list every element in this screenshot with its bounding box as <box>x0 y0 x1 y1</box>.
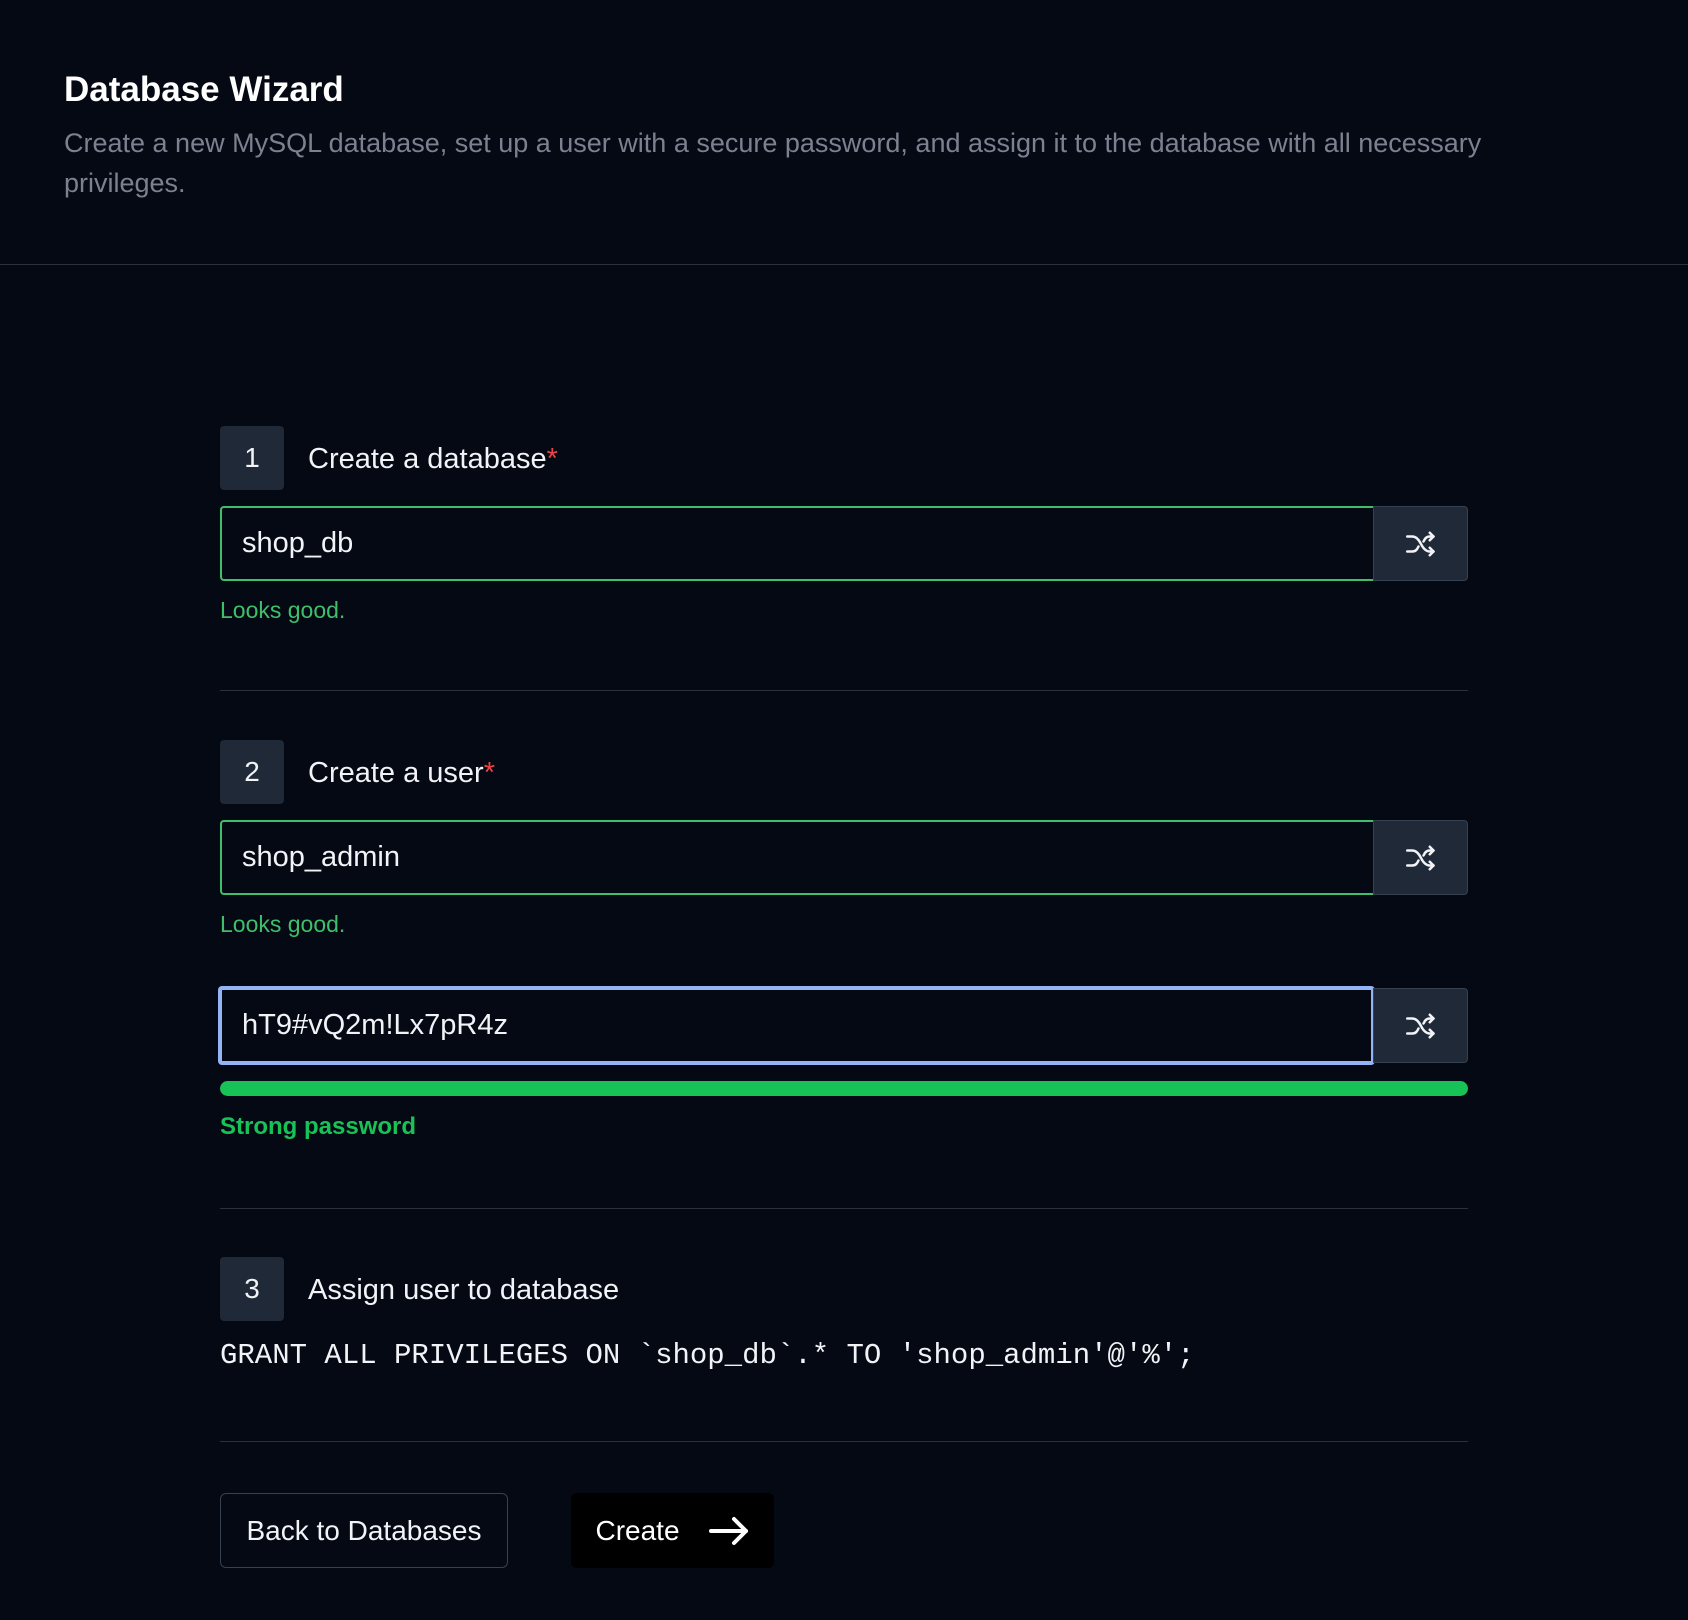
required-marker: * <box>483 757 495 789</box>
sql-grant-statement: GRANT ALL PRIVILEGES ON `shop_db`.* TO '… <box>220 1339 1195 1372</box>
shuffle-icon <box>1405 1013 1435 1038</box>
database-name-group <box>220 506 1468 581</box>
step-title-create-database: Create a database* <box>308 443 558 476</box>
step-title-label: Create a user <box>308 757 484 789</box>
generate-database-name-button[interactable] <box>1373 506 1468 581</box>
shuffle-icon <box>1405 845 1435 870</box>
step-title-create-user: Create a user* <box>308 757 495 790</box>
username-group <box>220 820 1468 895</box>
divider <box>220 690 1468 691</box>
page-subtitle: Create a new MySQL database, set up a us… <box>64 128 1482 198</box>
page-header: Database Wizard Create a new MySQL datab… <box>0 0 1688 265</box>
database-name-feedback: Looks good. <box>220 597 346 623</box>
shuffle-icon <box>1405 531 1435 556</box>
step-number-badge: 3 <box>220 1257 284 1321</box>
divider <box>220 1441 1468 1442</box>
password-strength-label: Strong password <box>220 1113 417 1140</box>
generate-username-button[interactable] <box>1373 820 1468 895</box>
username-input[interactable] <box>220 820 1373 895</box>
step-title-assign-user: Assign user to database <box>308 1274 619 1307</box>
step-title-label: Assign user to database <box>308 1274 620 1306</box>
step-title-label: Create a database <box>308 443 547 475</box>
password-strength-fill <box>220 1081 1468 1096</box>
step-number-badge: 2 <box>220 740 284 804</box>
back-to-databases-button[interactable]: Back to Databases <box>220 1493 508 1568</box>
generate-password-button[interactable] <box>1373 988 1468 1063</box>
database-name-input[interactable] <box>220 506 1373 581</box>
password-strength-meter <box>220 1081 1468 1096</box>
username-feedback: Looks good. <box>220 911 346 937</box>
divider <box>220 1208 1468 1209</box>
password-group <box>218 986 1468 1065</box>
page-title: Database Wizard <box>64 70 344 109</box>
create-button[interactable]: Create <box>571 1493 774 1568</box>
step-number-badge: 1 <box>220 426 284 490</box>
password-input[interactable] <box>218 986 1375 1065</box>
required-marker: * <box>546 443 558 475</box>
create-button-label: Create <box>595 1514 680 1546</box>
arrow-right-icon <box>708 1516 748 1545</box>
